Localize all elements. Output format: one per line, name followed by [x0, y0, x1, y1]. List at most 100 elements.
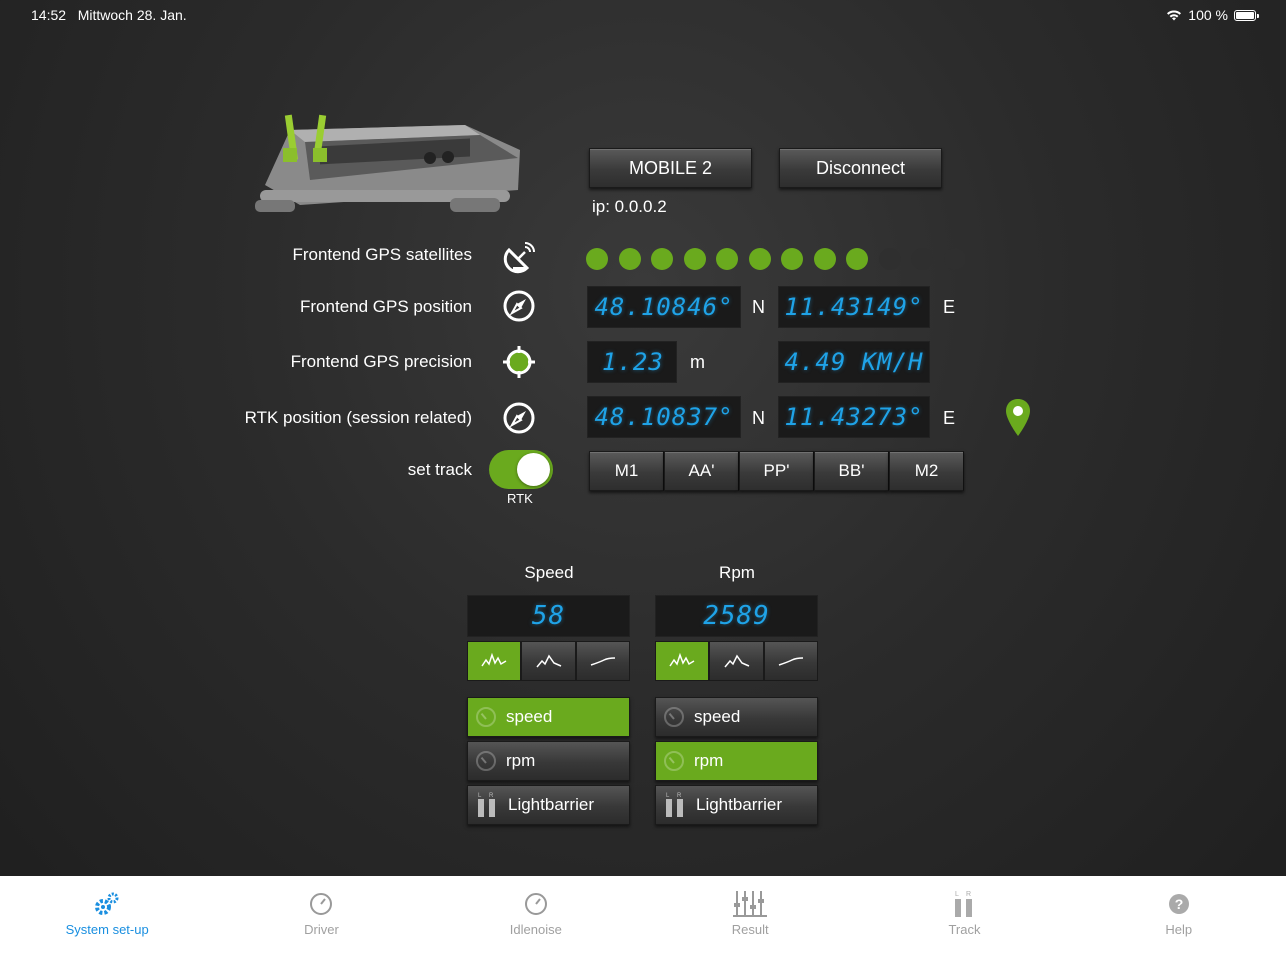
rpm-source-rpm[interactable]: rpm — [655, 741, 818, 781]
precision-unit: m — [690, 352, 705, 372]
tab-label: Track — [948, 922, 981, 937]
rpm-filter-group — [655, 641, 818, 681]
rpm-filter-smooth[interactable] — [764, 641, 818, 681]
tab-label: System set-up — [65, 922, 149, 937]
svg-text:?: ? — [1175, 896, 1184, 912]
gauge-icon — [476, 751, 496, 771]
rtk-latitude-direction: N — [752, 408, 765, 428]
speed-source-speed[interactable]: speed — [467, 697, 630, 737]
speed-filter-raw[interactable] — [467, 641, 521, 681]
speed-display: 58 — [467, 595, 630, 637]
gps-latitude-display: 48.10846° — [587, 286, 741, 328]
satellites-label: Frontend GPS satellites — [292, 245, 472, 264]
svg-text:L: L — [666, 793, 670, 799]
satellite-dot — [911, 248, 933, 270]
track-button-pp[interactable]: PP' — [739, 451, 814, 491]
lightbarrier-icon: LR — [478, 793, 495, 817]
compass-icon — [503, 290, 535, 322]
compass-icon — [503, 402, 535, 434]
source-label: Lightbarrier — [696, 795, 782, 814]
speed-filter-smooth[interactable] — [576, 641, 630, 681]
svg-text:R: R — [966, 891, 971, 898]
satellite-dot — [813, 248, 836, 270]
satellite-dot — [748, 248, 771, 270]
crosshair-icon — [503, 346, 535, 378]
status-date: Mittwoch 28. Jan. — [77, 7, 187, 23]
set-track-label: set track — [407, 460, 472, 479]
battery-icon — [1234, 9, 1259, 21]
satellite-dot — [781, 248, 803, 270]
rpm-filter-raw[interactable] — [655, 641, 709, 681]
rtk-longitude-display: 11.43273° — [778, 396, 930, 438]
device-select-button[interactable]: MOBILE 2 — [589, 148, 752, 188]
track-button-aa[interactable]: AA' — [664, 451, 739, 491]
speed-filter-medium[interactable] — [521, 641, 576, 681]
longitude-direction: E — [943, 297, 956, 317]
satellite-dot — [618, 248, 641, 270]
tab-result[interactable]: Result — [643, 876, 857, 964]
rpm-source-speed[interactable]: speed — [655, 697, 818, 737]
tab-track[interactable]: LR Track — [857, 876, 1071, 964]
help-icon: ? — [1168, 894, 1189, 914]
speed-source-lightbarrier[interactable]: LR Lightbarrier — [467, 785, 630, 825]
rtk-longitude-direction: E — [943, 408, 956, 428]
lightbarrier-icon: LR — [666, 793, 683, 817]
track-button-m2[interactable]: M2 — [889, 451, 964, 491]
status-bar-datetime: 14:52 Mittwoch 28. Jan. — [31, 7, 187, 23]
satellite-dot — [716, 248, 738, 270]
source-label: Lightbarrier — [508, 795, 594, 814]
gps-precision-display: 1.23 — [587, 341, 677, 383]
gears-icon — [95, 892, 119, 915]
svg-text:L: L — [955, 891, 959, 898]
status-time: 14:52 — [31, 7, 67, 23]
gauge-icon — [524, 893, 547, 915]
map-pin-icon[interactable] — [1004, 398, 1032, 438]
tab-driver[interactable]: Driver — [214, 876, 428, 964]
gps-position-label: Frontend GPS position — [300, 297, 472, 316]
rtk-toggle-label: RTK — [507, 491, 533, 506]
latitude-direction: N — [752, 297, 765, 317]
ip-address: ip: 0.0.0.2 — [592, 197, 667, 216]
track-button-m1[interactable]: M1 — [589, 451, 664, 491]
track-button-bb[interactable]: BB' — [814, 451, 889, 491]
speed-filter-group — [467, 641, 630, 681]
gps-precision-label: Frontend GPS precision — [290, 352, 472, 371]
speed-title: Speed — [524, 563, 574, 582]
tab-bar: System set-up Driver Idlenoise Result LR… — [0, 876, 1286, 964]
rpm-display: 2589 — [655, 595, 818, 637]
satellite-dot — [586, 248, 608, 270]
disconnect-button[interactable]: Disconnect — [779, 148, 942, 188]
speed-source-rpm[interactable]: rpm — [467, 741, 630, 781]
source-label: rpm — [506, 751, 536, 770]
gps-longitude-display: 11.43149° — [778, 286, 930, 328]
gauge-icon — [476, 707, 496, 727]
tab-help[interactable]: ? Help — [1072, 876, 1286, 964]
lightbarrier-icon: LR — [955, 891, 973, 917]
gauge-icon — [664, 707, 684, 727]
rtk-position-label: RTK position (session related) — [244, 408, 472, 427]
wave-smooth-icon — [778, 657, 804, 666]
gps-speed-display: 4.49 KM/H — [778, 341, 930, 383]
satellite-indicators — [586, 248, 966, 270]
wave-medium-icon — [723, 654, 749, 668]
satellite-dot — [943, 248, 966, 270]
rpm-title: Rpm — [719, 563, 755, 582]
satellite-dish-icon — [503, 242, 535, 274]
satellite-dot — [683, 248, 706, 270]
tab-label: Result — [731, 922, 769, 937]
wifi-icon — [1167, 10, 1182, 21]
rpm-filter-medium[interactable] — [709, 641, 764, 681]
tab-idlenoise[interactable]: Idlenoise — [429, 876, 643, 964]
wave-raw-icon — [669, 652, 695, 667]
rpm-source-lightbarrier[interactable]: LR Lightbarrier — [655, 785, 818, 825]
battery-percent: 100 % — [1188, 7, 1228, 23]
rtk-toggle[interactable] — [489, 450, 553, 489]
svg-text:R: R — [677, 793, 682, 799]
device-image — [255, 114, 520, 212]
tab-label: Help — [1165, 922, 1193, 937]
svg-text:L: L — [478, 793, 482, 799]
tab-system-setup[interactable]: System set-up — [0, 876, 214, 964]
rtk-latitude-display: 48.10837° — [587, 396, 741, 438]
satellite-dot — [878, 248, 901, 270]
track-segment-control: M1 AA' PP' BB' M2 — [589, 451, 964, 491]
